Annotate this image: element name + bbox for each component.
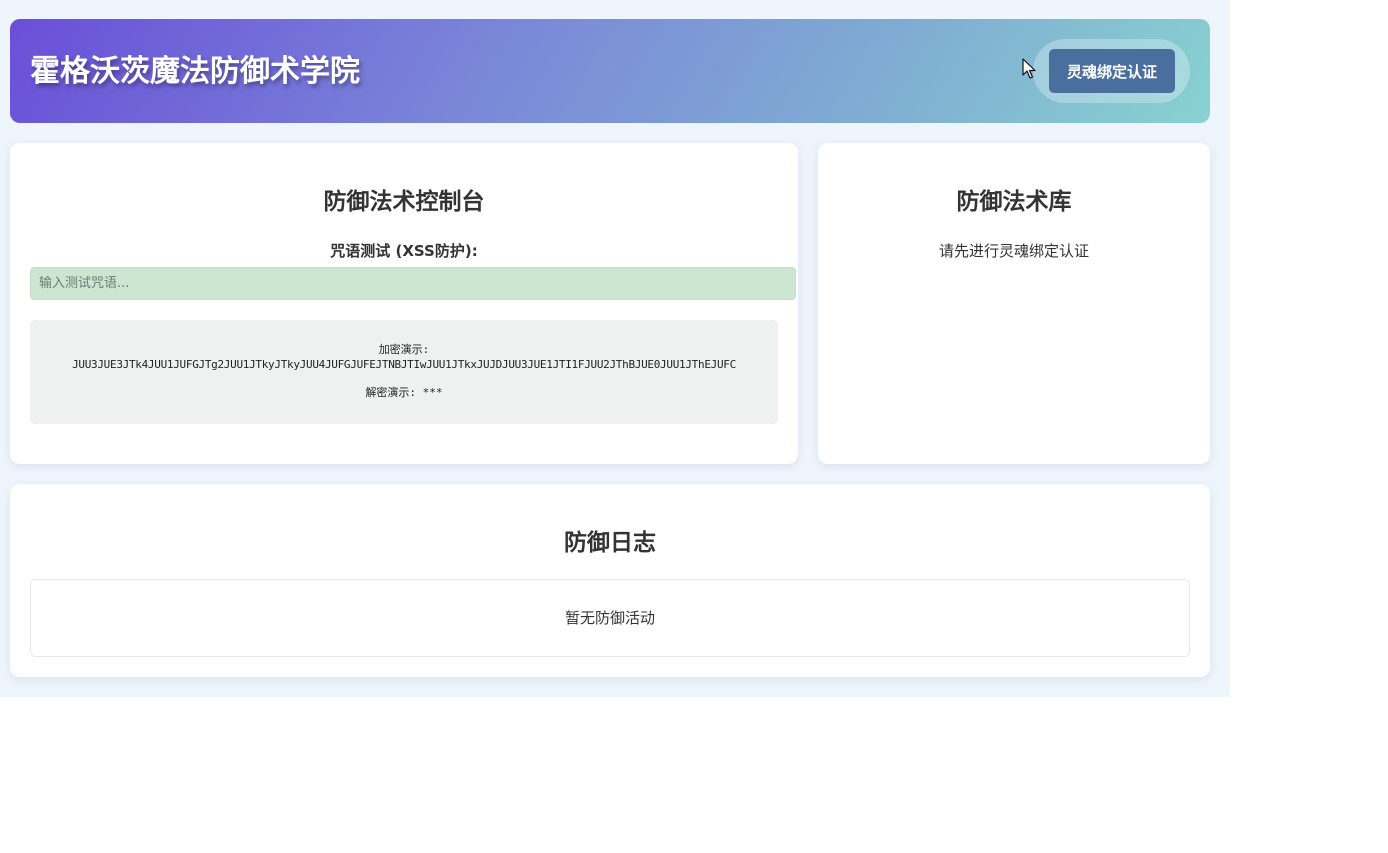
encrypt-demo-label: 加密演示: xyxy=(378,343,430,356)
encryption-demo-box: 加密演示: JUU3JUE3JTk4JUU1JUFGJTg2JUU1JTkyJT… xyxy=(30,320,778,424)
log-empty-text: 暂无防御活动 xyxy=(564,609,655,627)
defense-console-panel: 防御法术控制台 咒语测试 (XSS防护): 加密演示: JUU3JUE3JTk4… xyxy=(10,143,798,464)
encrypt-demo-value: JUU3JUE3JTk4JUU1JUFGJTg2JUU1JTkyJTkyJUU4… xyxy=(72,358,736,371)
console-title: 防御法术控制台 xyxy=(323,189,485,215)
auth-button-halo: 灵魂绑定认证 xyxy=(1033,39,1190,103)
spell-test-label: 咒语测试 (XSS防护): xyxy=(330,242,478,260)
defense-log-panel: 防御日志 暂无防御活动 xyxy=(10,484,1210,677)
log-title: 防御日志 xyxy=(564,530,656,556)
decrypt-demo-text: 解密演示: *** xyxy=(365,386,443,399)
page-background: 霍格沃茨魔法防御术学院 灵魂绑定认证 防御法术控制台 咒语测试 (XSS防护):… xyxy=(0,0,1230,697)
defense-spell-library-panel: 防御法术库 请先进行灵魂绑定认证 xyxy=(818,143,1210,464)
log-list: 暂无防御活动 xyxy=(30,579,1190,657)
header-banner: 霍格沃茨魔法防御术学院 灵魂绑定认证 xyxy=(10,19,1210,123)
library-title: 防御法术库 xyxy=(956,189,1072,215)
page-title: 霍格沃茨魔法防御术学院 xyxy=(30,54,360,89)
spell-test-input[interactable] xyxy=(30,267,796,300)
soul-bind-auth-button[interactable]: 灵魂绑定认证 xyxy=(1049,49,1175,93)
library-auth-message: 请先进行灵魂绑定认证 xyxy=(938,242,1089,260)
mouse-pointer-icon xyxy=(1022,58,1036,79)
